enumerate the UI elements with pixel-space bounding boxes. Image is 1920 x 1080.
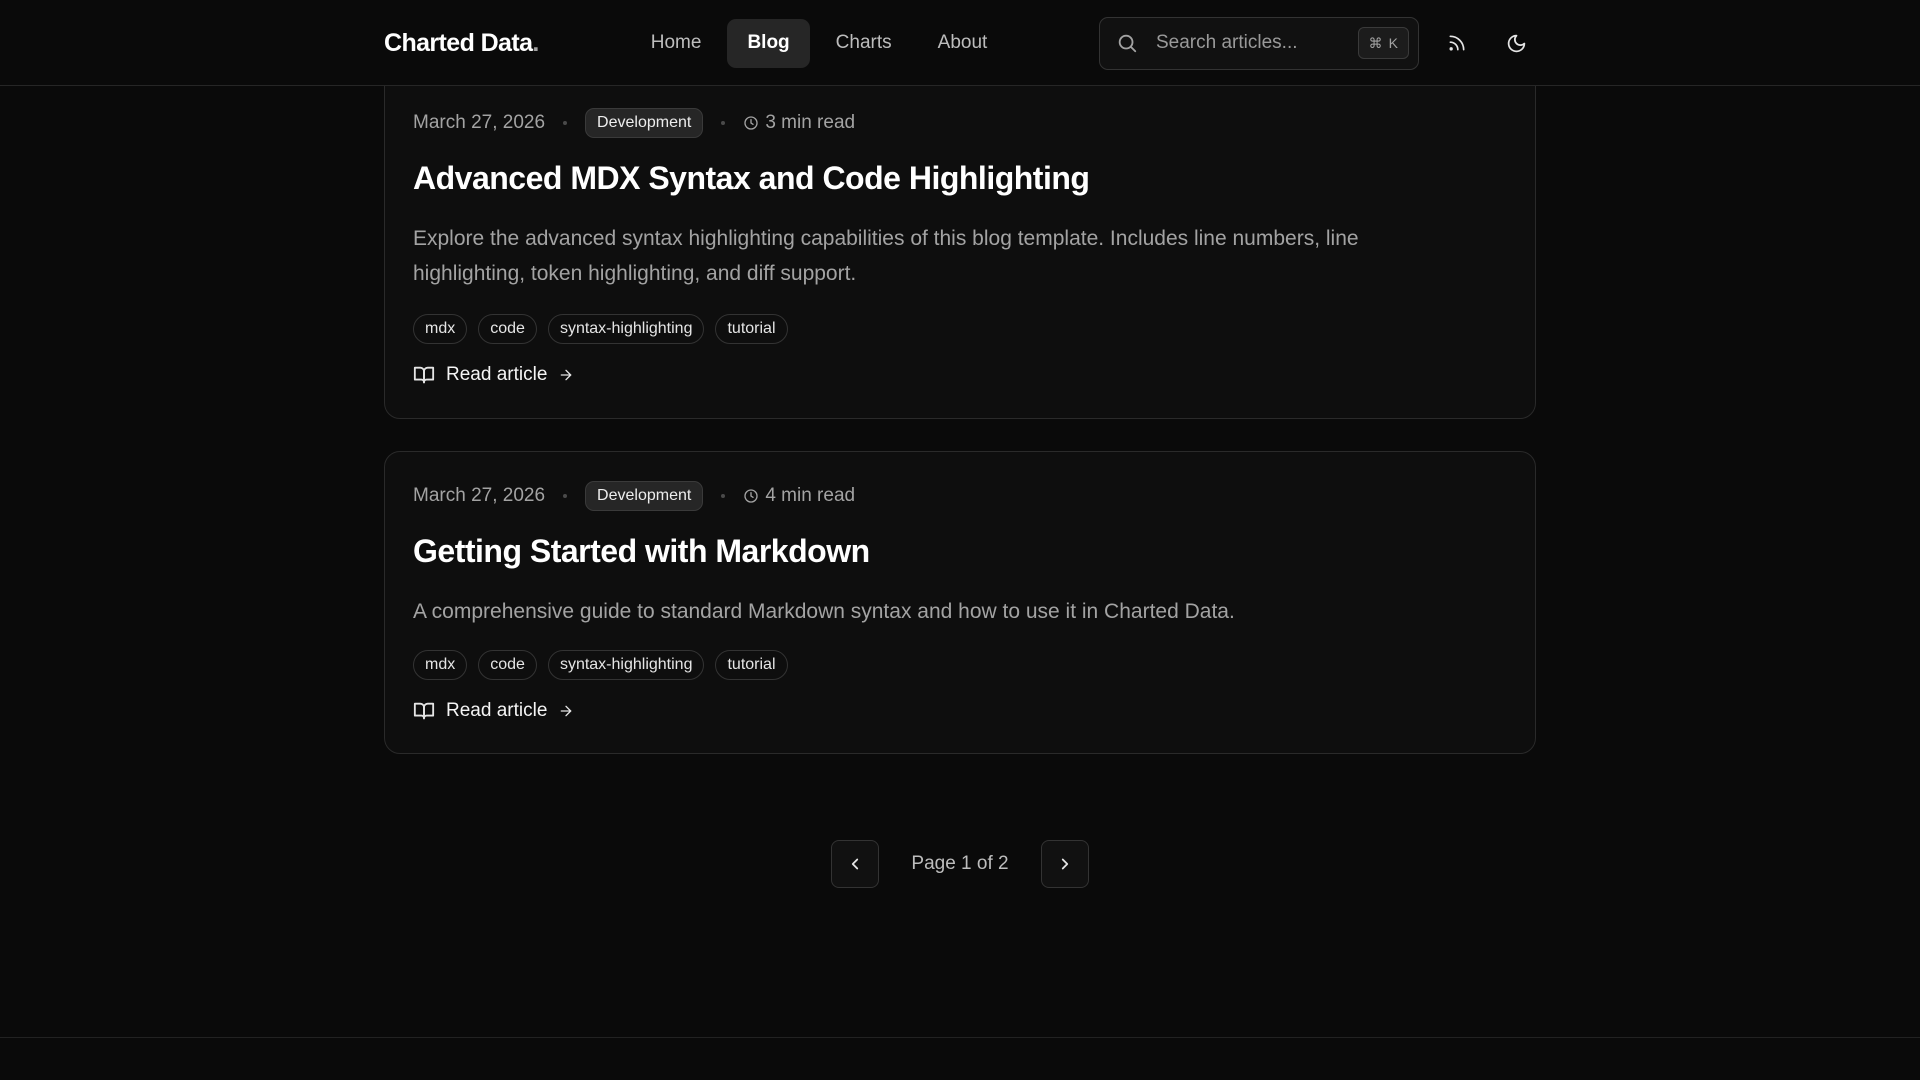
logo-dot: . — [532, 28, 539, 57]
arrow-right-icon — [558, 703, 574, 719]
read-time-label: 3 min read — [765, 112, 856, 133]
read-article-link[interactable]: Read article — [413, 364, 574, 386]
chevron-right-icon — [1056, 855, 1074, 873]
tag[interactable]: mdx — [413, 314, 468, 344]
search-icon — [1116, 32, 1138, 54]
header-inner: Charted Data. Home Blog Charts About Sea… — [384, 0, 1536, 86]
previous-page-button[interactable] — [831, 840, 880, 888]
article-description-line: highlighting, token highlighting, and di… — [413, 262, 857, 285]
page: Charted Data. Home Blog Charts About Sea… — [0, 0, 1920, 1080]
read-article-label: Read article — [446, 364, 548, 385]
tag[interactable]: tutorial — [715, 314, 788, 344]
read-time: 3 min read — [743, 112, 855, 134]
article-card: March 27, 2026 Development 3 min read Ad… — [384, 58, 1536, 419]
article-description-line: Explore the advanced syntax highlighting… — [413, 227, 1359, 250]
read-time: 4 min read — [743, 485, 855, 507]
article-date: March 27, 2026 — [413, 112, 546, 133]
page-indicator: Page 1 of 2 — [911, 853, 1009, 874]
article-description-line: A comprehensive guide to standard Markdo… — [413, 600, 1235, 623]
nav-item-blog[interactable]: Blog — [727, 18, 810, 68]
site-header: Charted Data. Home Blog Charts About Sea… — [0, 0, 1920, 86]
article-card: March 27, 2026 Development 4 min read Ge… — [384, 451, 1536, 754]
tag[interactable]: code — [478, 314, 537, 344]
tag[interactable]: tutorial — [715, 650, 788, 680]
rss-icon — [1447, 33, 1467, 53]
book-open-icon — [413, 700, 435, 722]
search-box[interactable]: Search articles... ⌘ K — [1099, 16, 1419, 70]
moon-icon — [1506, 33, 1527, 54]
article-meta: March 27, 2026 Development 4 min read — [413, 481, 855, 511]
clock-icon — [743, 115, 759, 131]
article-meta: March 27, 2026 Development 3 min read — [413, 108, 855, 138]
nav-item-home[interactable]: Home — [631, 19, 722, 68]
site-logo[interactable]: Charted Data. — [384, 29, 539, 58]
clock-icon — [743, 488, 759, 504]
category-badge[interactable]: Development — [585, 481, 704, 511]
main-nav: Home Blog Charts About — [631, 18, 1008, 68]
tag[interactable]: syntax-highlighting — [547, 650, 705, 680]
next-page-button[interactable] — [1040, 840, 1089, 888]
tag[interactable]: mdx — [413, 650, 468, 680]
theme-toggle-button[interactable] — [1496, 23, 1536, 63]
tag[interactable]: code — [478, 650, 537, 680]
rss-button[interactable] — [1437, 23, 1477, 63]
article-title[interactable]: Getting Started with Markdown — [413, 533, 870, 570]
read-time-label: 4 min read — [765, 485, 856, 506]
article-date: March 27, 2026 — [413, 485, 546, 506]
pagination: Page 1 of 2 — [0, 839, 1920, 889]
chevron-left-icon — [846, 855, 864, 873]
arrow-right-icon — [558, 367, 574, 383]
logo-text: Charted Data — [384, 28, 533, 57]
tag-list: mdx code syntax-highlighting tutorial — [413, 314, 788, 344]
article-description: A comprehensive guide to standard Markdo… — [413, 594, 1509, 629]
meta-separator — [721, 121, 726, 125]
article-description: Explore the advanced syntax highlighting… — [413, 221, 1509, 291]
footer-divider — [0, 1037, 1920, 1038]
nav-item-charts[interactable]: Charts — [816, 19, 912, 68]
shortcut-key: K — [1388, 35, 1398, 51]
command-key-glyph: ⌘ — [1368, 34, 1383, 51]
read-article-label: Read article — [446, 700, 548, 721]
tag-list: mdx code syntax-highlighting tutorial — [413, 650, 788, 680]
tag[interactable]: syntax-highlighting — [547, 314, 705, 344]
meta-separator — [721, 494, 726, 498]
category-badge[interactable]: Development — [585, 108, 704, 138]
nav-item-about[interactable]: About — [918, 19, 1008, 68]
article-title[interactable]: Advanced MDX Syntax and Code Highlightin… — [413, 160, 1090, 197]
search-shortcut-badge: ⌘ K — [1357, 27, 1409, 59]
meta-separator — [563, 121, 568, 125]
read-article-link[interactable]: Read article — [413, 700, 574, 722]
book-open-icon — [413, 364, 435, 386]
meta-separator — [563, 494, 568, 498]
search-input[interactable]: Search articles... — [1156, 32, 1358, 54]
